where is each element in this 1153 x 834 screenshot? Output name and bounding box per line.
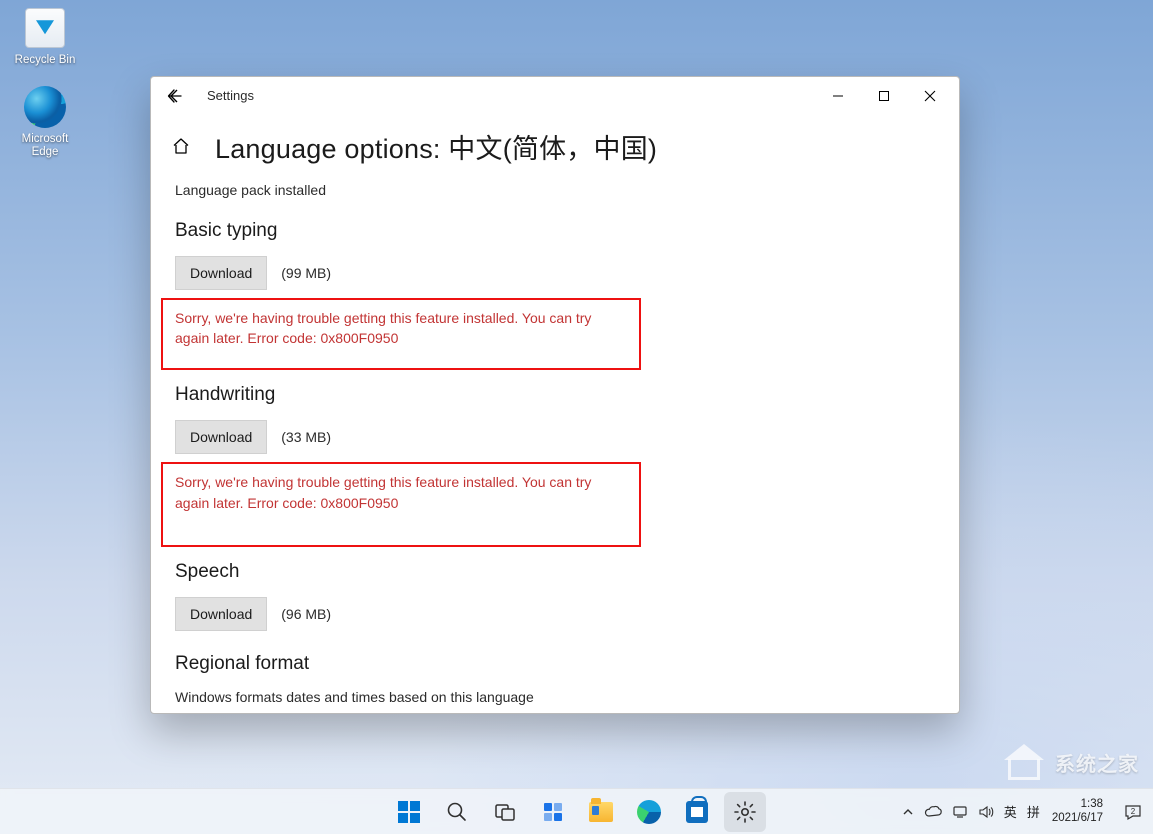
widgets-icon <box>541 800 565 824</box>
size-handwriting: (33 MB) <box>281 429 331 445</box>
close-icon <box>924 90 936 102</box>
error-box-basic-typing: Sorry, we're having trouble getting this… <box>161 298 641 371</box>
desktop: Recycle Bin Microsoft Edge Settings <box>0 0 1153 834</box>
section-heading-regional: Regional format <box>175 653 795 675</box>
desktop-icon-recycle-bin[interactable]: Recycle Bin <box>10 6 80 67</box>
error-text: Sorry, we're having trouble getting this… <box>175 472 627 513</box>
window-content: Language options: 中文(简体，中国) Language pac… <box>151 115 959 713</box>
widgets-button[interactable] <box>532 792 574 832</box>
onedrive-icon[interactable] <box>924 805 942 819</box>
task-view-icon <box>493 800 517 824</box>
error-box-handwriting: Sorry, we're having trouble getting this… <box>161 462 641 547</box>
start-button[interactable] <box>388 792 430 832</box>
notification-icon: 2 <box>1123 802 1143 822</box>
watermark: 系统之家 <box>1003 744 1139 780</box>
back-button[interactable] <box>165 86 185 106</box>
close-button[interactable] <box>907 81 953 111</box>
ime-language[interactable]: 英 <box>1004 802 1017 821</box>
clock-date: 2021/6/17 <box>1052 812 1103 825</box>
clock-time: 1:38 <box>1052 798 1103 811</box>
chevron-up-icon[interactable] <box>902 806 914 818</box>
section-heading-speech: Speech <box>175 561 795 583</box>
store-icon <box>686 801 708 823</box>
desktop-icon-label: Microsoft Edge <box>10 133 80 159</box>
page-title: Language options: 中文(简体，中国) <box>215 127 657 166</box>
volume-icon[interactable] <box>978 805 994 819</box>
desktop-icon-edge[interactable]: Microsoft Edge <box>10 85 80 159</box>
system-tray[interactable]: 英 拼 <box>902 802 1040 821</box>
regional-description: Windows formats dates and times based on… <box>175 689 795 705</box>
minimize-icon <box>832 90 844 102</box>
svg-text:2: 2 <box>1131 807 1136 816</box>
file-explorer-button[interactable] <box>580 792 622 832</box>
search-icon <box>445 800 469 824</box>
edge-icon <box>637 800 661 824</box>
language-pack-status: Language pack installed <box>175 182 795 198</box>
section-heading-basic-typing: Basic typing <box>175 220 795 242</box>
windows-logo-icon <box>398 801 420 823</box>
section-heading-handwriting: Handwriting <box>175 384 795 406</box>
settings-window: Settings Language options: 中文(简体，中国) La <box>150 76 960 714</box>
desktop-icons: Recycle Bin Microsoft Edge <box>10 6 90 178</box>
taskbar-right: 英 拼 1:38 2021/6/17 2 <box>902 789 1147 834</box>
edge-taskbar-button[interactable] <box>628 792 670 832</box>
maximize-button[interactable] <box>861 81 907 111</box>
network-icon[interactable] <box>952 805 968 819</box>
notifications-button[interactable]: 2 <box>1119 798 1147 826</box>
task-view-button[interactable] <box>484 792 526 832</box>
error-text: Sorry, we're having trouble getting this… <box>175 308 627 349</box>
download-button-handwriting[interactable]: Download <box>175 420 267 454</box>
taskbar: 英 拼 1:38 2021/6/17 2 <box>0 788 1153 834</box>
titlebar: Settings <box>151 77 959 115</box>
clock[interactable]: 1:38 2021/6/17 <box>1052 798 1107 824</box>
settings-taskbar-button[interactable] <box>724 792 766 832</box>
taskbar-center <box>388 789 766 834</box>
size-speech: (96 MB) <box>281 606 331 622</box>
folder-icon <box>589 802 613 822</box>
house-icon <box>1003 744 1045 780</box>
store-button[interactable] <box>676 792 718 832</box>
desktop-icon-label: Recycle Bin <box>10 54 80 67</box>
ime-mode[interactable]: 拼 <box>1027 802 1040 821</box>
minimize-button[interactable] <box>815 81 861 111</box>
maximize-icon <box>878 90 890 102</box>
home-button[interactable] <box>163 128 199 164</box>
watermark-text: 系统之家 <box>1055 748 1139 777</box>
recycle-bin-icon <box>23 6 67 50</box>
edge-icon <box>23 85 67 129</box>
download-button-basic-typing[interactable]: Download <box>175 256 267 290</box>
search-button[interactable] <box>436 792 478 832</box>
home-icon <box>171 136 191 156</box>
size-basic-typing: (99 MB) <box>281 265 331 281</box>
download-button-speech[interactable]: Download <box>175 597 267 631</box>
gear-icon <box>733 800 757 824</box>
window-title: Settings <box>207 88 254 103</box>
